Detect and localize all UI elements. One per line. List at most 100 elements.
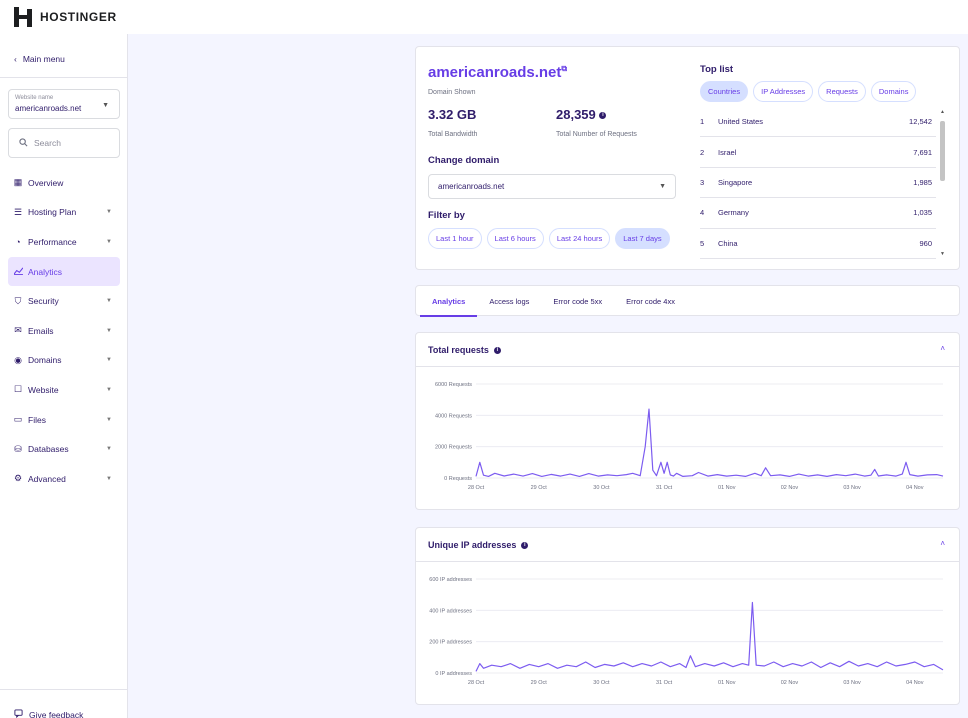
chevron-down-icon: ▼ — [106, 416, 112, 423]
brand-name: HOSTINGER — [40, 10, 117, 24]
top-list: 1 United States 12,542 2 Israel 7,691 3 … — [700, 107, 936, 259]
time-filter-group: Last 1 hour Last 6 hours Last 24 hours L… — [428, 228, 670, 249]
row-name: China — [718, 238, 738, 248]
sidebar-nav: ▦ Overview ☰ Hosting Plan ▼ ◔ Performanc… — [8, 168, 120, 494]
y-tick-label: 0 Requests — [444, 476, 472, 482]
give-feedback-button[interactable]: Give feedback — [14, 709, 83, 718]
row-rank: 1 — [700, 117, 705, 127]
tab-requests[interactable]: Requests — [818, 81, 866, 102]
unique-ip-title: Unique IP addresses — [428, 540, 517, 550]
database-icon: ⛁ — [14, 443, 22, 454]
row-count: 960 — [919, 238, 932, 248]
total-requests-chart: 6000 Requests 4000 Requests 2000 Requests 0… — [435, 382, 944, 491]
tab-error-code-4xx[interactable]: Error code 4xx — [614, 286, 687, 317]
chevron-down-icon: ▼ — [106, 327, 112, 334]
sidebar-divider — [0, 77, 128, 78]
tab-error-code-5xx[interactable]: Error code 5xx — [541, 286, 614, 317]
sidebar-item-analytics[interactable]: Analytics — [8, 256, 120, 287]
row-count: 1,985 — [913, 177, 932, 187]
sidebar-item-domains[interactable]: ◉ Domains ▼ — [8, 346, 120, 376]
caret-down-icon: ▼ — [659, 183, 666, 190]
scroll-down-icon[interactable]: ▼ — [939, 251, 946, 257]
row-name: Singapore — [718, 177, 753, 187]
y-tick-label: 4000 Requests — [435, 413, 472, 419]
filter-last-24-hours[interactable]: Last 24 hours — [548, 228, 611, 249]
filter-last-6-hours[interactable]: Last 6 hours — [486, 228, 544, 249]
caret-down-icon: ▼ — [102, 102, 109, 109]
chevron-up-icon[interactable]: ˄ — [940, 539, 945, 548]
sidebar-item-files[interactable]: ▭ Files ▼ — [8, 405, 120, 435]
x-tick-label: 29 Oct — [531, 485, 548, 491]
chevron-up-icon[interactable]: ˄ — [940, 344, 945, 353]
browser-icon: ☐ — [13, 384, 23, 395]
filter-last-1-hour[interactable]: Last 1 hour — [428, 228, 482, 249]
sidebar-item-security[interactable]: ⛉ Security ▼ — [8, 286, 120, 316]
search-icon — [19, 137, 28, 149]
chevron-down-icon: ▼ — [106, 298, 112, 305]
chart-title: Total requests i — [428, 345, 501, 355]
mail-icon: ✉ — [14, 325, 22, 336]
y-tick-label: 0 IP addresses — [435, 671, 472, 677]
chevron-down-icon: ▼ — [106, 386, 112, 393]
search-input[interactable]: Search — [8, 128, 120, 158]
main-menu-link[interactable]: ‹ Main menu — [14, 54, 65, 64]
tab-analytics[interactable]: Analytics — [420, 286, 478, 317]
shield-icon: ⛉ — [14, 295, 22, 306]
y-tick-label: 2000 Requests — [435, 445, 472, 451]
sidebar-item-databases[interactable]: ⛁ Databases ▼ — [8, 434, 120, 464]
tab-access-logs[interactable]: Access logs — [477, 286, 541, 317]
filter-last-7-days[interactable]: Last 7 days — [615, 228, 670, 249]
list-item: 5 China 960 — [700, 229, 936, 259]
sidebar-item-emails[interactable]: ✉ Emails ▼ — [8, 316, 120, 346]
info-icon[interactable]: i — [599, 112, 607, 120]
info-icon[interactable]: i — [521, 541, 529, 549]
sidebar-item-label: Databases — [28, 444, 69, 455]
row-count: 12,542 — [909, 117, 932, 127]
scroll-up-icon[interactable]: ▲ — [939, 109, 946, 115]
info-icon[interactable]: i — [493, 346, 501, 354]
domain-caption: Domain Shown — [428, 89, 476, 96]
website-select[interactable]: Website name americanroads.net ▼ — [8, 89, 120, 119]
chevron-down-icon: ▼ — [106, 209, 112, 216]
hostinger-logo-icon — [14, 7, 32, 27]
tab-domains[interactable]: Domains — [870, 81, 917, 102]
sidebar-item-website[interactable]: ☐ Website ▼ — [8, 375, 120, 405]
main-menu-label: Main menu — [22, 54, 65, 64]
scrollbar-thumb[interactable] — [940, 121, 945, 181]
x-tick-label: 04 Nov — [906, 485, 924, 491]
tab-countries[interactable]: Countries — [700, 81, 749, 102]
requests-value: 28,359 — [556, 107, 596, 122]
chevron-down-icon: ▼ — [106, 357, 112, 364]
requests-metric: 28,359 i — [556, 107, 607, 122]
x-tick-label: 02 Nov — [781, 485, 799, 491]
sidebar-item-label: Advanced — [28, 473, 66, 484]
domain-title[interactable]: americanroads.net⧉ — [428, 64, 567, 81]
x-tick-label: 31 Oct — [656, 485, 673, 491]
top-list-scrollbar[interactable]: ▲ ▼ — [939, 109, 946, 259]
sidebar-item-performance[interactable]: ◔ Performance ▼ — [8, 227, 120, 257]
gauge-icon: ◔ — [15, 236, 21, 247]
row-rank: 5 — [700, 238, 705, 248]
y-tick-label: 400 IP addresses — [429, 608, 472, 614]
change-domain-select[interactable]: americanroads.net ▼ — [428, 174, 676, 199]
chevron-left-icon: ‹ — [14, 54, 17, 64]
x-tick-label: 04 Nov — [906, 680, 924, 686]
brand-logo[interactable]: HOSTINGER — [14, 7, 117, 27]
list-item: 1 United States 12,542 — [700, 107, 936, 138]
top-list-tabs: Countries IP Addresses Requests Domains — [700, 81, 917, 102]
sidebar-item-advanced[interactable]: ⚙ Advanced ▼ — [8, 464, 120, 494]
x-tick-label: 03 Nov — [843, 485, 861, 491]
tab-ip-addresses[interactable]: IP Addresses — [753, 81, 814, 102]
server-icon: ☰ — [13, 206, 23, 217]
sidebar-item-hosting-plan[interactable]: ☰ Hosting Plan ▼ — [8, 198, 120, 228]
grid-icon: ▦ — [13, 177, 23, 188]
x-tick-label: 01 Nov — [718, 680, 736, 686]
chart-header: Unique IP addresses i ˄ — [416, 528, 959, 562]
sidebar-item-label: Analytics — [28, 266, 63, 277]
x-tick-label: 28 Oct — [468, 485, 485, 491]
sidebar: ‹ Main menu Website name americanroads.n… — [0, 34, 128, 718]
folder-icon: ▭ — [13, 414, 23, 425]
row-rank: 4 — [700, 208, 705, 218]
sidebar-item-overview[interactable]: ▦ Overview — [8, 168, 120, 198]
domain-name: americanroads.net — [428, 64, 562, 81]
